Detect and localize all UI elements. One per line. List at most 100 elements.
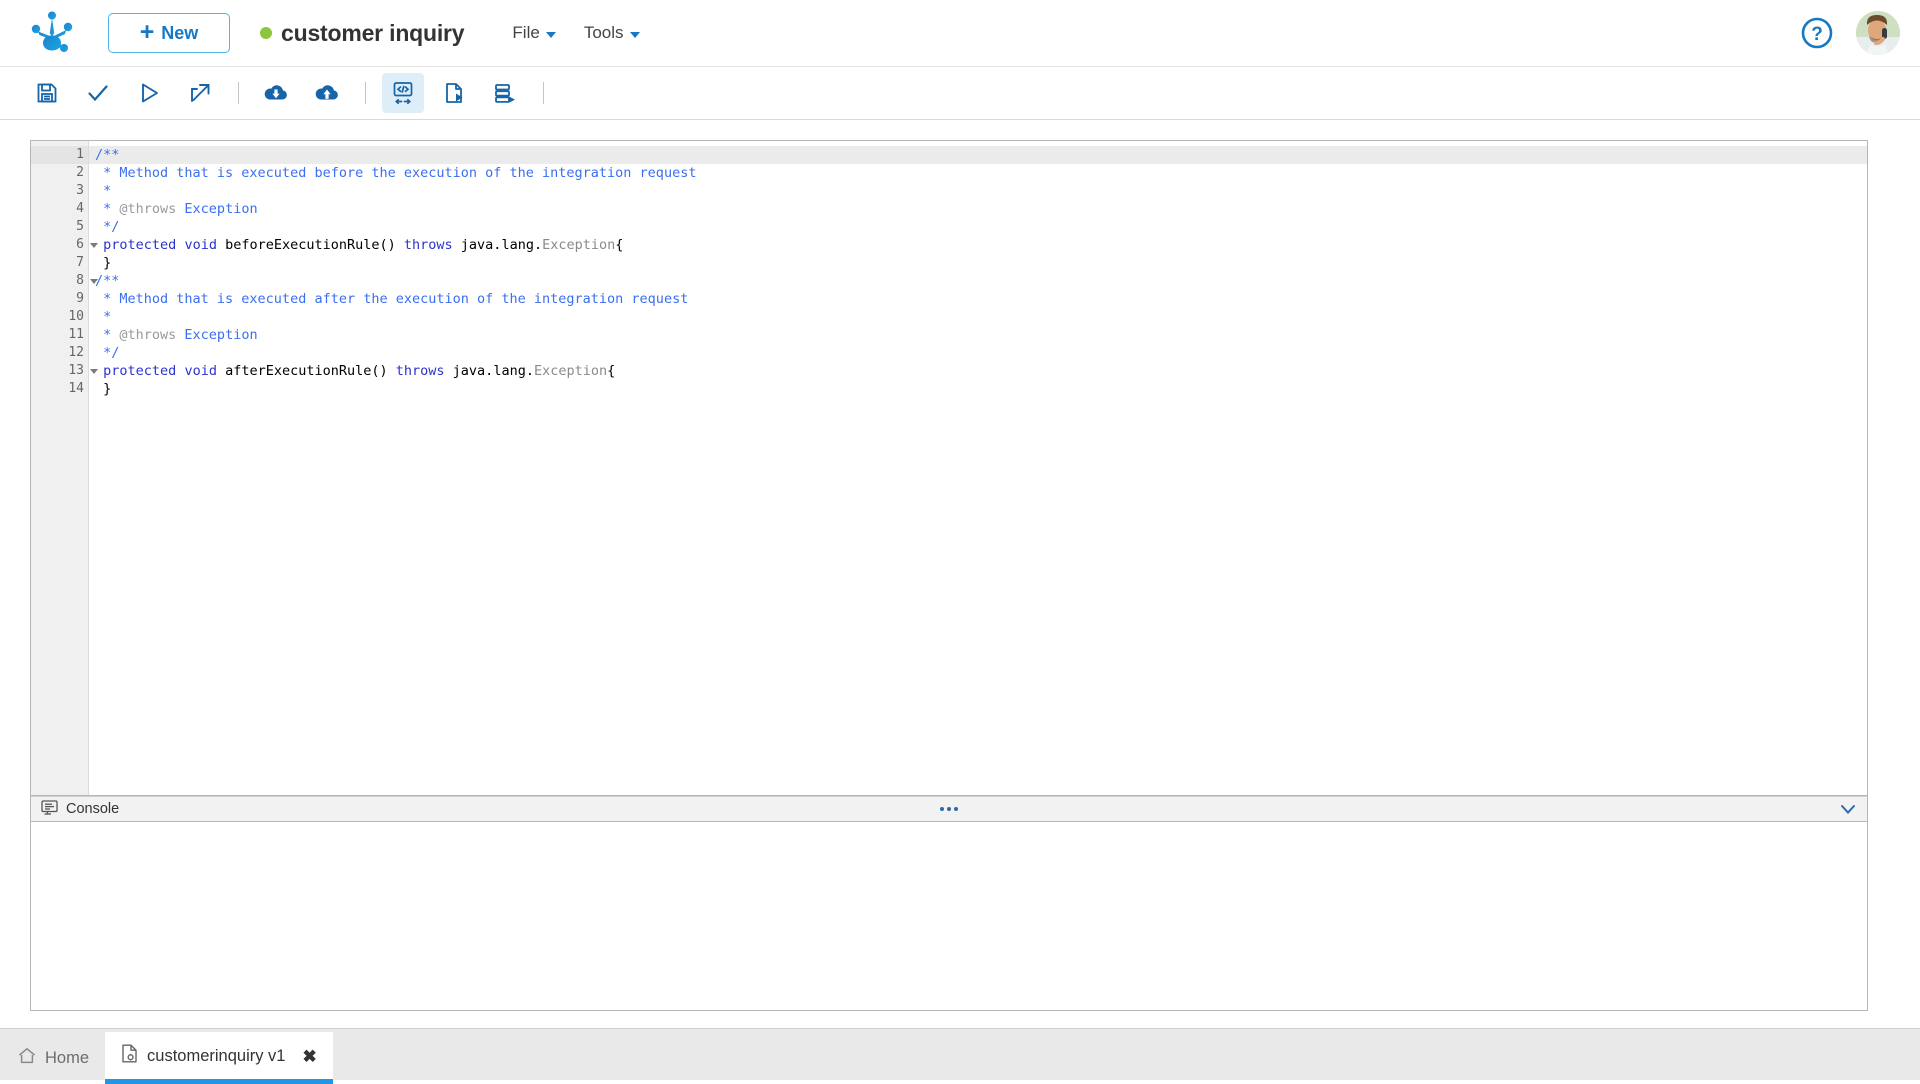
console-collapse-button[interactable] — [1839, 802, 1857, 816]
line-number-6: 6 — [31, 236, 88, 254]
code-line-12[interactable]: */ — [89, 344, 1867, 362]
code-token: protected — [103, 363, 176, 379]
editor-line-number-gutter: 1234567891011121314 — [31, 141, 89, 795]
handle-dot — [940, 807, 944, 811]
chevron-down-icon — [546, 32, 556, 38]
code-token: */ — [95, 219, 119, 235]
bottom-tab-bar: Home customerinquiry v1 ✖ — [0, 1028, 1920, 1080]
line-number-2: 2 — [31, 164, 88, 182]
console-label-group: Console — [41, 800, 119, 819]
code-token: } — [95, 255, 111, 271]
save-button[interactable] — [26, 73, 68, 113]
code-line-3[interactable]: * — [89, 182, 1867, 200]
code-token — [95, 363, 103, 379]
code-token: Exception — [176, 327, 257, 343]
code-token: beforeExecutionRule() — [217, 237, 404, 253]
import-button[interactable] — [255, 73, 297, 113]
database-stack-button[interactable] — [484, 73, 526, 113]
line-number-1: 1 — [31, 146, 88, 164]
top-header-bar: + New customer inquiry File Tools ? — [0, 0, 1920, 67]
code-line-5[interactable]: */ — [89, 218, 1867, 236]
document-gear-icon — [121, 1044, 138, 1068]
line-number-10: 10 — [31, 308, 88, 326]
code-line-14[interactable]: } — [89, 380, 1867, 398]
console-resize-handle[interactable] — [940, 807, 958, 811]
line-number-8: 8 — [31, 272, 88, 290]
code-token: throws — [396, 363, 445, 379]
code-token: */ — [95, 345, 119, 361]
code-line-6[interactable]: protected void beforeExecutionRule() thr… — [89, 236, 1867, 254]
boomi-frog-logo[interactable] — [18, 0, 86, 67]
line-number-3: 3 — [31, 182, 88, 200]
console-output-panel[interactable] — [30, 822, 1868, 1011]
code-line-8[interactable]: /** — [89, 272, 1867, 290]
code-line-13[interactable]: protected void afterExecutionRule() thro… — [89, 362, 1867, 380]
document-title-group: customer inquiry — [260, 20, 464, 47]
code-token: * — [95, 183, 111, 199]
code-line-11[interactable]: * @throws Exception — [89, 326, 1867, 344]
new-button[interactable]: + New — [108, 13, 230, 53]
line-number-12: 12 — [31, 344, 88, 362]
tab-home-label: Home — [45, 1049, 89, 1068]
code-token: { — [615, 237, 623, 253]
console-header-bar[interactable]: Console — [30, 796, 1868, 822]
help-circle-icon[interactable]: ? — [1800, 16, 1834, 50]
menu-file[interactable]: File — [512, 23, 555, 43]
handle-dot — [947, 807, 951, 811]
menu-tools-label: Tools — [584, 23, 624, 43]
toolbar-divider — [238, 82, 239, 104]
avatar[interactable] — [1856, 11, 1900, 55]
code-token: Exception — [176, 201, 257, 217]
menu-bar: File Tools — [512, 23, 639, 43]
line-number-14: 14 — [31, 380, 88, 398]
code-line-1[interactable]: /** — [89, 146, 1867, 164]
code-token: void — [184, 363, 217, 379]
code-token: java.lang. — [445, 363, 534, 379]
code-editor[interactable]: 1234567891011121314 /** * Method that is… — [30, 140, 1868, 796]
code-token: protected — [103, 237, 176, 253]
code-line-9[interactable]: * Method that is executed after the exec… — [89, 290, 1867, 308]
console-label: Console — [66, 801, 119, 817]
toolbar-divider — [365, 82, 366, 104]
menu-tools[interactable]: Tools — [584, 23, 640, 43]
code-line-2[interactable]: * Method that is executed before the exe… — [89, 164, 1867, 182]
monitor-console-icon — [41, 800, 58, 819]
code-token: * — [95, 309, 111, 325]
code-token: Exception — [534, 363, 607, 379]
code-token: * Method that is executed after the exec… — [95, 291, 688, 307]
line-number-7: 7 — [31, 254, 88, 272]
menu-file-label: File — [512, 23, 539, 43]
code-token: * — [95, 327, 119, 343]
line-number-4: 4 — [31, 200, 88, 218]
editor-code-area[interactable]: /** * Method that is executed before the… — [89, 141, 1867, 795]
code-token: @throws — [119, 327, 176, 343]
code-line-10[interactable]: * — [89, 308, 1867, 326]
code-line-4[interactable]: * @throws Exception — [89, 200, 1867, 218]
code-token: java.lang. — [453, 237, 542, 253]
code-token: Exception — [542, 237, 615, 253]
tab-customerinquiry-label: customerinquiry v1 — [147, 1047, 285, 1066]
validate-button[interactable] — [77, 73, 119, 113]
editor-toolbar — [0, 67, 1920, 120]
home-icon — [18, 1047, 36, 1069]
toolbar-divider — [543, 82, 544, 104]
status-dot — [260, 27, 272, 39]
handle-dot — [954, 807, 958, 811]
code-token: /** — [95, 147, 119, 163]
source-code-button[interactable] — [382, 73, 424, 113]
line-number-13: 13 — [31, 362, 88, 380]
code-token: * — [95, 201, 119, 217]
close-x-icon[interactable]: ✖ — [303, 1048, 317, 1065]
code-line-7[interactable]: } — [89, 254, 1867, 272]
tab-home[interactable]: Home — [0, 1036, 105, 1080]
open-external-button[interactable] — [179, 73, 221, 113]
code-token: @throws — [119, 201, 176, 217]
code-token — [95, 237, 103, 253]
tab-customerinquiry-v1[interactable]: customerinquiry v1 ✖ — [105, 1032, 333, 1080]
document-properties-button[interactable] — [433, 73, 475, 113]
code-token: /** — [95, 273, 119, 289]
run-button[interactable] — [128, 73, 170, 113]
code-token: } — [95, 381, 111, 397]
export-button[interactable] — [306, 73, 348, 113]
header-right-group: ? — [1800, 11, 1920, 55]
